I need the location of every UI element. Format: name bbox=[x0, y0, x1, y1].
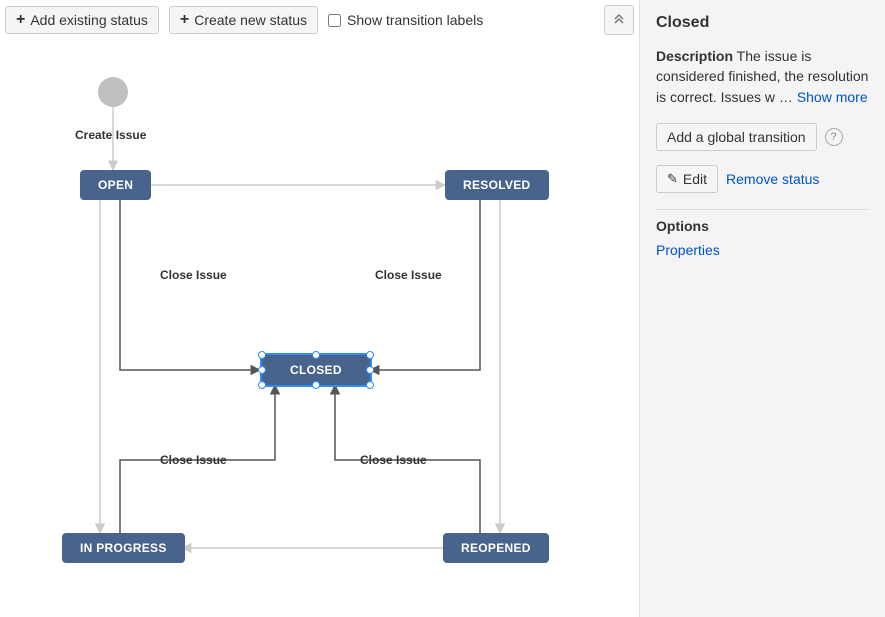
properties-link[interactable]: Properties bbox=[656, 242, 720, 258]
resize-handle[interactable] bbox=[258, 381, 266, 389]
pencil-icon: ✎ bbox=[667, 171, 678, 187]
remove-status-link[interactable]: Remove status bbox=[726, 171, 819, 187]
add-global-label: Add a global transition bbox=[667, 129, 806, 145]
resize-handle[interactable] bbox=[312, 351, 320, 359]
show-more-link[interactable]: Show more bbox=[797, 89, 868, 105]
detail-panel: Closed Description The issue is consider… bbox=[639, 0, 885, 617]
status-node-closed-label: CLOSED bbox=[290, 363, 342, 377]
transition-label-create-issue[interactable]: Create Issue bbox=[75, 128, 146, 142]
resize-handle[interactable] bbox=[366, 351, 374, 359]
description-label: Description bbox=[656, 48, 733, 64]
transition-label-close-issue-4[interactable]: Close Issue bbox=[360, 453, 427, 467]
resize-handle[interactable] bbox=[258, 366, 266, 374]
add-global-transition-button[interactable]: Add a global transition bbox=[656, 123, 817, 151]
status-node-in-progress[interactable]: IN PROGRESS bbox=[62, 533, 185, 563]
resize-handle[interactable] bbox=[366, 381, 374, 389]
options-heading: Options bbox=[656, 218, 869, 234]
description-block: Description The issue is considered fini… bbox=[656, 46, 869, 107]
edit-label: Edit bbox=[683, 171, 707, 187]
edit-button[interactable]: ✎ Edit bbox=[656, 165, 718, 193]
start-node[interactable] bbox=[98, 77, 128, 107]
status-node-resolved[interactable]: RESOLVED bbox=[445, 170, 549, 200]
transition-label-close-issue-2[interactable]: Close Issue bbox=[375, 268, 442, 282]
divider bbox=[656, 209, 869, 210]
resize-handle[interactable] bbox=[366, 366, 374, 374]
transition-label-close-issue-3[interactable]: Close Issue bbox=[160, 453, 227, 467]
transition-label-close-issue-1[interactable]: Close Issue bbox=[160, 268, 227, 282]
status-node-closed[interactable]: CLOSED bbox=[262, 355, 370, 385]
workflow-arrows bbox=[0, 0, 640, 617]
resize-handle[interactable] bbox=[258, 351, 266, 359]
resize-handle[interactable] bbox=[312, 381, 320, 389]
ellipsis: … bbox=[779, 89, 793, 105]
panel-title: Closed bbox=[656, 14, 869, 32]
workflow-canvas[interactable]: + Add existing status + Create new statu… bbox=[0, 0, 639, 617]
status-node-open[interactable]: OPEN bbox=[80, 170, 151, 200]
help-icon[interactable]: ? bbox=[825, 128, 843, 146]
status-node-reopened[interactable]: REOPENED bbox=[443, 533, 549, 563]
